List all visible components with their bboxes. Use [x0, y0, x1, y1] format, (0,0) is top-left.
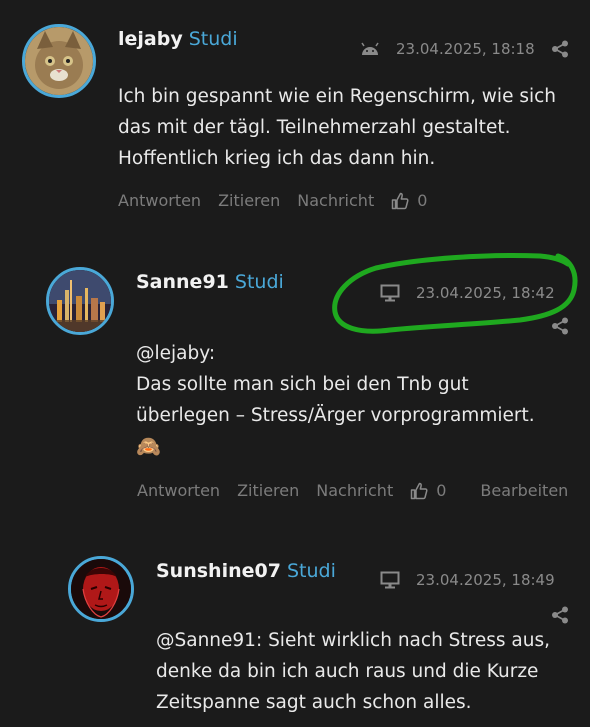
username[interactable]: Sanne91 [136, 271, 229, 293]
post-meta: 23.04.2025, 18:49 [380, 571, 555, 589]
message-button[interactable]: Nachricht [316, 481, 393, 500]
post-author[interactable]: lejaby Studi [118, 28, 238, 50]
like-count: 0 [417, 191, 428, 210]
post-line: überlegen – Stress/Ärger vorprogrammiert… [136, 405, 535, 426]
post-body: @Sanne91: Sieht wirklich nach Stress aus… [156, 625, 581, 718]
user-role: Studi [286, 560, 336, 582]
user-role: Studi [234, 271, 284, 293]
share-icon[interactable] [551, 40, 569, 58]
post-mention-line: @lejaby: [136, 343, 216, 364]
share-icon[interactable] [551, 317, 569, 335]
post-line: Ich bin gespannt wie ein Regenschirm, wi… [118, 86, 557, 107]
post-line: denke da bin ich auch raus und die Kurze [156, 661, 539, 682]
username[interactable]: Sunshine07 [156, 560, 281, 582]
post-timestamp: 23.04.2025, 18:18 [396, 40, 535, 58]
thumbs-up-icon [410, 482, 428, 499]
post-meta: 23.04.2025, 18:18 [360, 40, 535, 58]
post-line: das mit der tägl. Teilnehmerzahl gestalt… [118, 117, 511, 138]
post-line: Hoffentlich krieg ich das dann hin. [118, 148, 436, 169]
avatar[interactable] [68, 556, 134, 622]
quote-button[interactable]: Zitieren [237, 481, 299, 500]
avatar[interactable] [22, 24, 96, 98]
city-night-avatar-image [49, 270, 111, 332]
post-line: Das sollte man sich bei den Tnb gut [136, 374, 469, 395]
edit-button[interactable]: Bearbeiten [480, 481, 568, 500]
username[interactable]: lejaby [118, 28, 183, 50]
post-body: Ich bin gespannt wie ein Regenschirm, wi… [118, 81, 578, 174]
reply-button[interactable]: Antworten [118, 191, 201, 210]
desktop-icon [380, 284, 400, 302]
android-icon [361, 42, 379, 55]
thumbs-up-icon [391, 192, 409, 209]
cat-avatar-image [25, 27, 93, 95]
post-actions: Antworten Zitieren Nachricht 0 Bearbeite… [137, 481, 585, 500]
post-meta: 23.04.2025, 18:42 [380, 284, 555, 302]
post-timestamp: 23.04.2025, 18:49 [416, 571, 555, 589]
message-button[interactable]: Nachricht [297, 191, 374, 210]
post-body: @lejaby: Das sollte man sich bei den Tnb… [136, 338, 576, 461]
post-author[interactable]: Sunshine07 Studi [156, 560, 336, 582]
quote-button[interactable]: Zitieren [218, 191, 280, 210]
red-portrait-avatar-image [71, 559, 131, 619]
post-line: Zeitspanne sagt auch schon alles. [156, 692, 472, 713]
post-timestamp: 23.04.2025, 18:42 [416, 284, 555, 302]
post-actions: Antworten Zitieren Nachricht 0 [118, 191, 461, 210]
post-line: @Sanne91: Sieht wirklich nach Stress aus… [156, 630, 550, 651]
like-count: 0 [436, 481, 447, 500]
post-author[interactable]: Sanne91 Studi [136, 271, 284, 293]
like-button[interactable]: 0 [391, 191, 444, 210]
desktop-icon [380, 571, 400, 589]
see-no-evil-monkey-emoji: 🙈 [136, 434, 161, 458]
reply-button[interactable]: Antworten [137, 481, 220, 500]
like-button[interactable]: 0 [410, 481, 463, 500]
avatar[interactable] [46, 267, 114, 335]
share-icon[interactable] [551, 606, 569, 624]
user-role: Studi [188, 28, 238, 50]
